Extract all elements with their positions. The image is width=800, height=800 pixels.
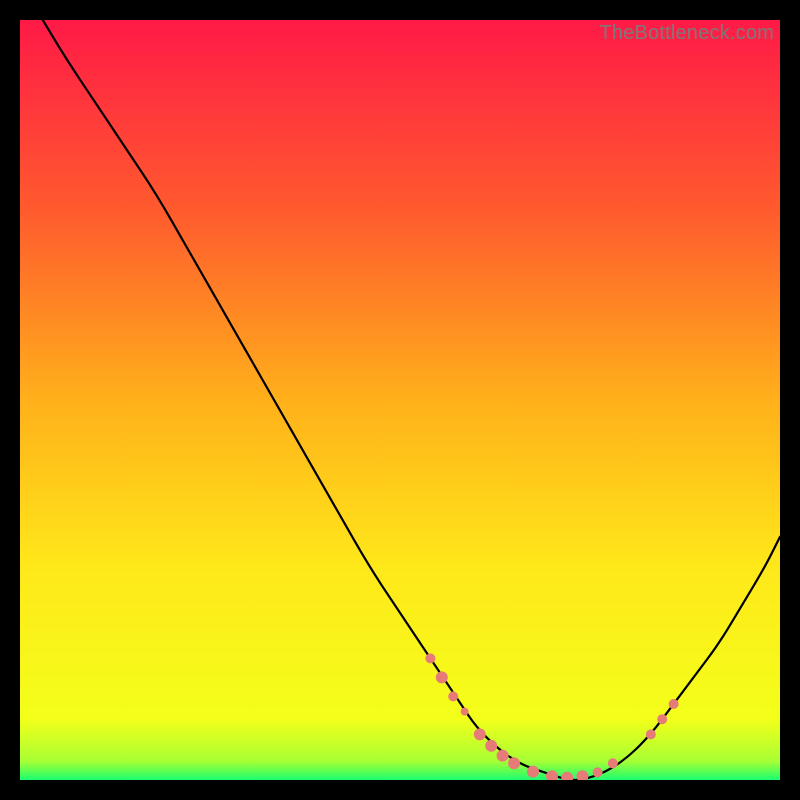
curve-dot xyxy=(646,729,656,739)
curve-dot xyxy=(436,671,448,683)
curve-dot xyxy=(485,740,497,752)
curve-dot xyxy=(497,750,509,762)
curve-dot xyxy=(593,767,603,777)
watermark-text: TheBottleneck.com xyxy=(599,22,774,45)
curve-dot xyxy=(461,708,469,716)
curve-dot xyxy=(474,728,486,740)
curve-dot xyxy=(425,653,435,663)
curve-dot xyxy=(508,757,520,769)
chart-frame: TheBottleneck.com xyxy=(20,20,780,780)
curve-dot xyxy=(448,691,458,701)
curve-dot xyxy=(657,714,667,724)
curve-dot xyxy=(608,758,618,768)
chart-svg xyxy=(20,20,780,780)
curve-dot xyxy=(669,699,679,709)
curve-dot xyxy=(527,766,539,778)
chart-background xyxy=(20,20,780,780)
